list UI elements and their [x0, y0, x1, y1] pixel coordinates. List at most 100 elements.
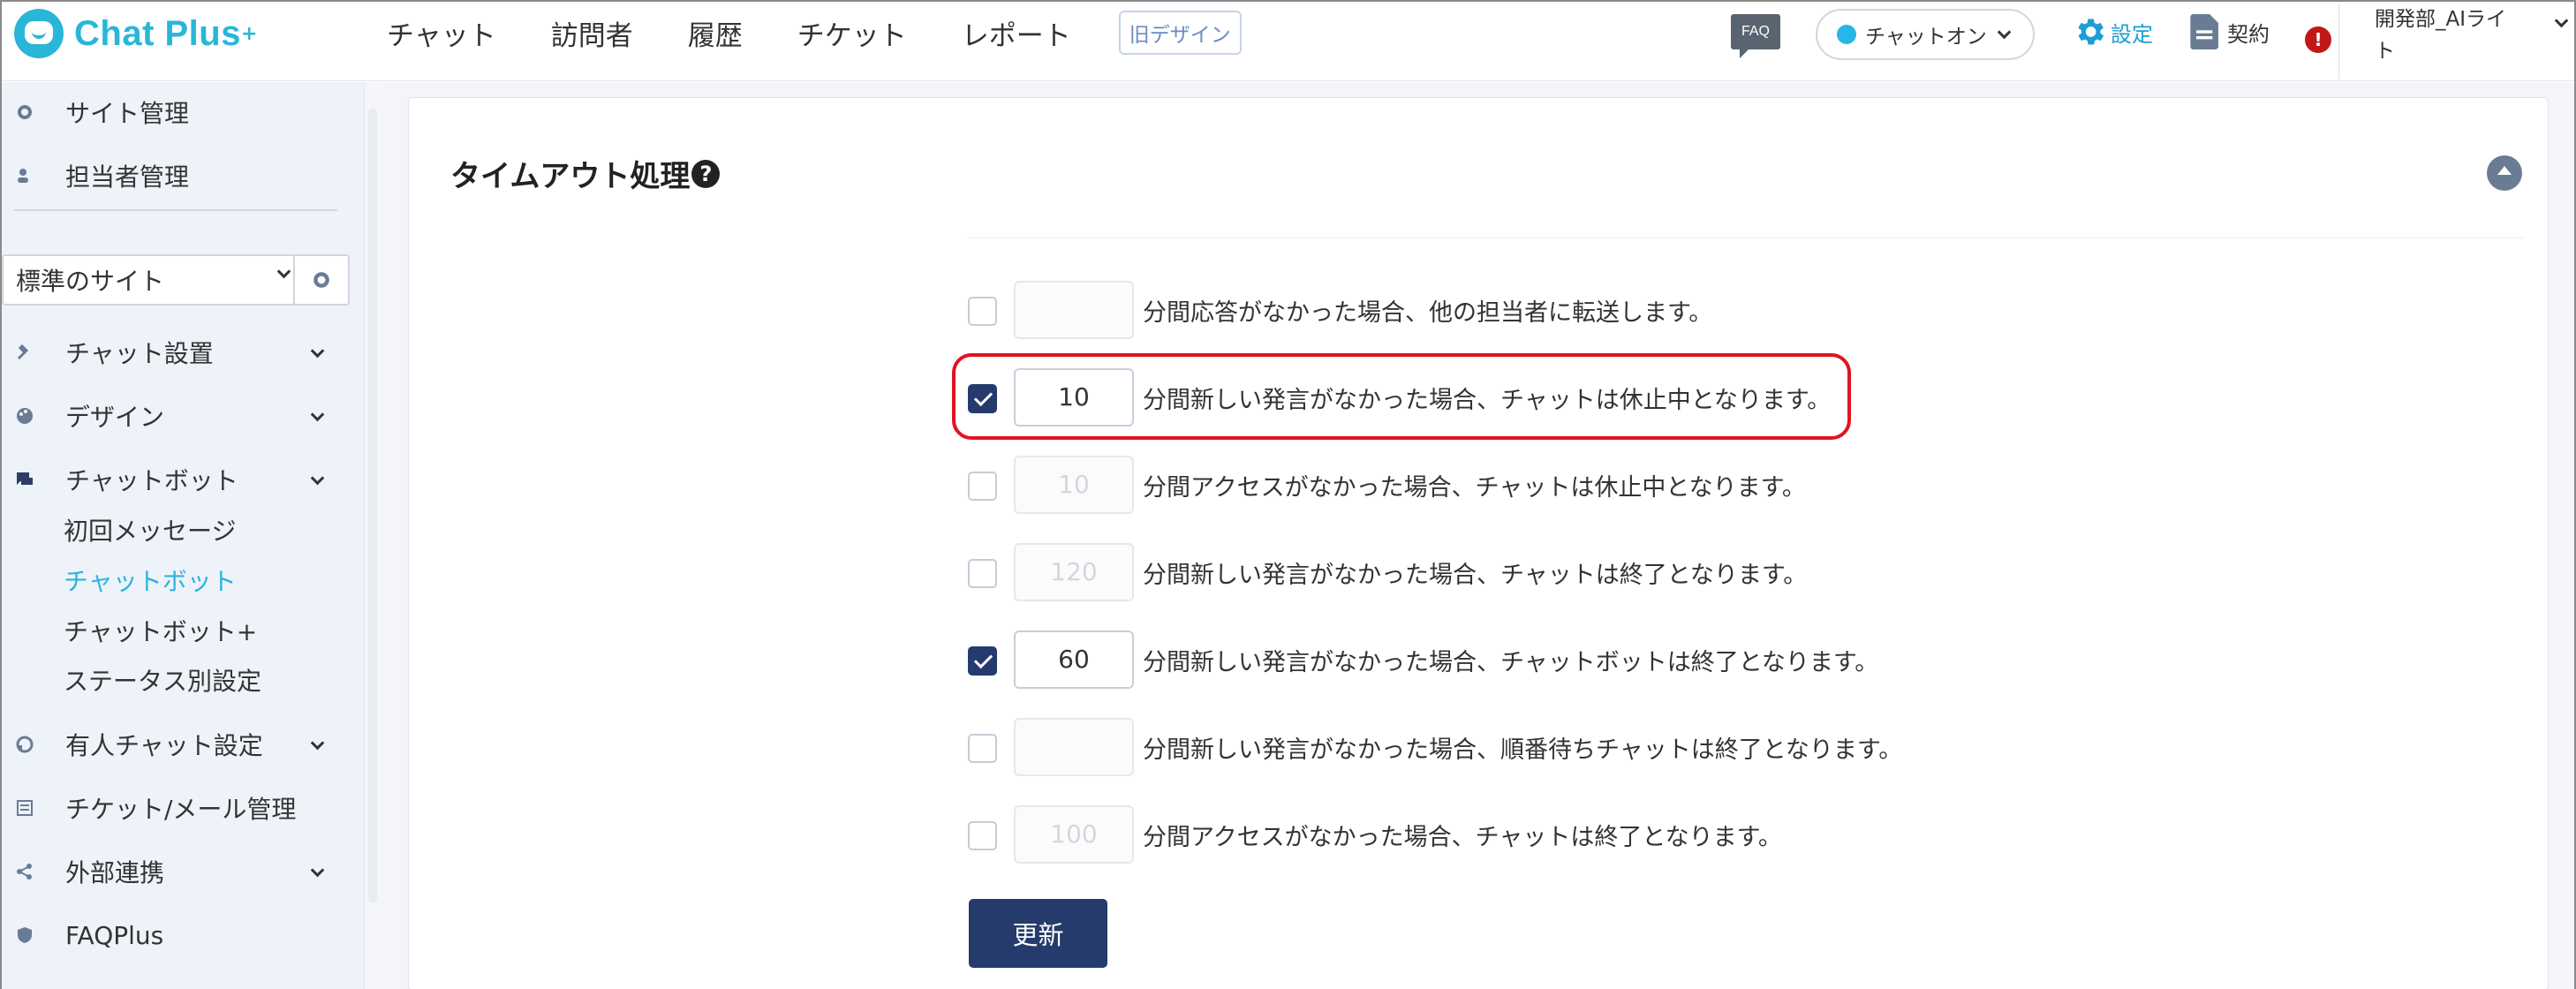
palette-icon — [17, 408, 33, 424]
scrollbar-thumb[interactable] — [368, 109, 377, 903]
site-select-value: 標準のサイト — [16, 267, 165, 296]
timeout-checkbox[interactable] — [968, 821, 997, 850]
timeout-checkbox[interactable] — [968, 559, 997, 588]
logo-text: Chat Plus — [74, 13, 241, 53]
update-button[interactable]: 更新 — [969, 899, 1107, 968]
settings-link[interactable]: 設定 — [2072, 14, 2153, 49]
timeout-row: 100 分間アクセスがなかった場合、チャットは終了となります。 — [968, 805, 2028, 864]
old-design-button[interactable]: 旧デザイン — [1118, 11, 1242, 55]
help-icon[interactable]: ? — [691, 159, 721, 188]
sidebar-item-label: 担当者管理 — [65, 162, 190, 192]
chat-status-dropdown[interactable]: チャットオン — [1816, 9, 2035, 60]
sidebar-item-faqplus[interactable]: FAQPlus — [2, 910, 364, 961]
sidebar-subitem-status-settings[interactable]: ステータス別設定 — [64, 662, 261, 698]
chevron-down-icon — [310, 407, 325, 422]
timeout-checkbox[interactable] — [968, 734, 997, 763]
alert-icon[interactable]: ! — [2305, 26, 2331, 53]
chevron-down-icon — [1997, 25, 2012, 39]
timeout-row-label: 分間アクセスがなかった場合、チャットは休止中となります。 — [1143, 474, 1806, 502]
nav-chat[interactable]: チャット — [387, 13, 496, 53]
sidebar-item-chat-setup[interactable]: チャット設置 — [2, 327, 364, 378]
timeout-checkbox[interactable] — [968, 646, 997, 676]
chat-status-label: チャットオン — [1865, 26, 1987, 49]
timeout-checkbox[interactable] — [968, 297, 997, 326]
list-icon — [17, 800, 33, 816]
timeout-row: 分間新しい発言がなかった場合、順番待ちチャットは終了となります。 — [968, 718, 2028, 776]
highlight-annotation — [952, 353, 1851, 440]
sidebar-subitem-chatbot[interactable]: チャットボット — [64, 562, 237, 598]
timeout-row-label: 分間新しい発言がなかった場合、チャットボットは終了となります。 — [1143, 649, 1879, 676]
sidebar-subitem-chatbot-plus[interactable]: チャットボット+ — [64, 613, 257, 648]
main-nav: チャット 訪問者 履歴 チケット レポート 旧デザイン — [387, 2, 1242, 64]
sidebar-item-label: 外部連携 — [65, 858, 165, 887]
sidebar-item-label: 有人チャット設定 — [65, 731, 263, 760]
timeout-row: 10 分間アクセスがなかった場合、チャットは休止中となります。 — [968, 456, 2028, 514]
document-icon — [2190, 14, 2218, 49]
contract-label: 契約 — [2227, 21, 2270, 47]
nav-history[interactable]: 履歴 — [688, 13, 743, 53]
timeout-row-label: 分間新しい発言がなかった場合、チャットは終了となります。 — [1143, 562, 1808, 589]
timeout-row: 分間応答がなかった場合、他の担当者に転送します。 — [968, 281, 2028, 339]
faq-icon — [18, 927, 32, 943]
chatplus-logo-icon — [14, 9, 64, 58]
gear-icon — [18, 105, 32, 119]
operator-icon — [16, 736, 34, 753]
sidebar-item-chatbot[interactable]: チャットボット — [2, 454, 364, 505]
minutes-input[interactable]: 10 — [1014, 456, 1134, 514]
site-settings-button[interactable] — [295, 254, 350, 306]
user-name-line1: 開発部_AIライ — [2375, 8, 2507, 31]
chevron-down-icon — [276, 264, 291, 279]
chat-icon — [17, 472, 33, 485]
sidebar-item-label: チャット設置 — [65, 339, 214, 368]
minutes-input[interactable]: 120 — [1014, 543, 1134, 601]
sidebar-divider — [14, 209, 337, 211]
chevron-down-icon — [310, 471, 325, 486]
sidebar-item-label: デザイン — [65, 403, 165, 432]
contract-link[interactable]: 契約 — [2190, 14, 2270, 49]
timeout-checkbox[interactable] — [968, 472, 997, 501]
gear-icon — [314, 272, 329, 288]
nav-reports[interactable]: レポート — [962, 13, 1071, 53]
timeout-row-label: 分間応答がなかった場合、他の担当者に転送します。 — [1143, 299, 1713, 327]
timeout-row: 60 分間新しい発言がなかった場合、チャットボットは終了となります。 — [968, 630, 2028, 689]
sidebar-item-label: チャットボット — [65, 466, 238, 495]
nav-visitors[interactable]: 訪問者 — [551, 13, 633, 53]
sidebar-item-label: FAQPlus — [65, 920, 164, 950]
timeout-row-label: 分間アクセスがなかった場合、チャットは終了となります。 — [1143, 824, 1782, 851]
minutes-input[interactable] — [1014, 281, 1134, 339]
page-title: タイムアウト処理 ? — [450, 152, 721, 195]
faq-label: FAQ — [1741, 24, 1770, 39]
site-select[interactable]: 標準のサイト — [2, 254, 295, 306]
status-dot-icon — [1837, 25, 1856, 44]
sidebar-subitem-first-message[interactable]: 初回メッセージ — [64, 512, 236, 547]
user-name-line2: ト — [2375, 40, 2395, 63]
sidebar-item-label: チケット/メール管理 — [65, 795, 297, 824]
sidebar-item-integrations[interactable]: 外部連携 — [2, 846, 364, 897]
minutes-input[interactable]: 60 — [1014, 630, 1134, 689]
share-icon — [17, 864, 32, 880]
gear-icon — [2078, 19, 2104, 45]
sidebar-item-operator-chat[interactable]: 有人チャット設定 — [2, 719, 364, 770]
faq-icon[interactable]: FAQ — [1731, 14, 1780, 58]
sidebar-item-label: サイト管理 — [65, 99, 190, 128]
chatplus-logo[interactable]: Chat Plus + — [14, 7, 257, 60]
sidebar-item-site-management[interactable]: サイト管理 — [2, 87, 364, 138]
tools-icon — [17, 344, 29, 360]
timeout-row: 120 分間新しい発言がなかった場合、チャットは終了となります。 — [968, 543, 2028, 601]
sidebar-scrollbar[interactable] — [364, 82, 381, 989]
panel-title-text: タイムアウト処理 — [450, 159, 691, 194]
collapse-icon[interactable] — [2487, 155, 2522, 191]
minutes-input[interactable]: 100 — [1014, 805, 1134, 864]
sidebar-item-design[interactable]: デザイン — [2, 390, 364, 442]
settings-label: 設定 — [2111, 21, 2153, 47]
logo-plus: + — [240, 22, 258, 45]
chevron-down-icon — [310, 344, 325, 359]
top-header: Chat Plus + チャット 訪問者 履歴 チケット レポート 旧デザイン … — [2, 2, 2574, 81]
chevron-down-icon — [310, 863, 325, 878]
sidebar-item-staff-management[interactable]: 担当者管理 — [2, 150, 364, 201]
minutes-input[interactable] — [1014, 718, 1134, 776]
users-icon — [18, 169, 28, 183]
user-menu[interactable]: 開発部_AIライ ト — [2338, 4, 2573, 79]
nav-tickets[interactable]: チケット — [797, 13, 907, 53]
sidebar-item-ticket-mail[interactable]: チケット/メール管理 — [2, 782, 364, 834]
